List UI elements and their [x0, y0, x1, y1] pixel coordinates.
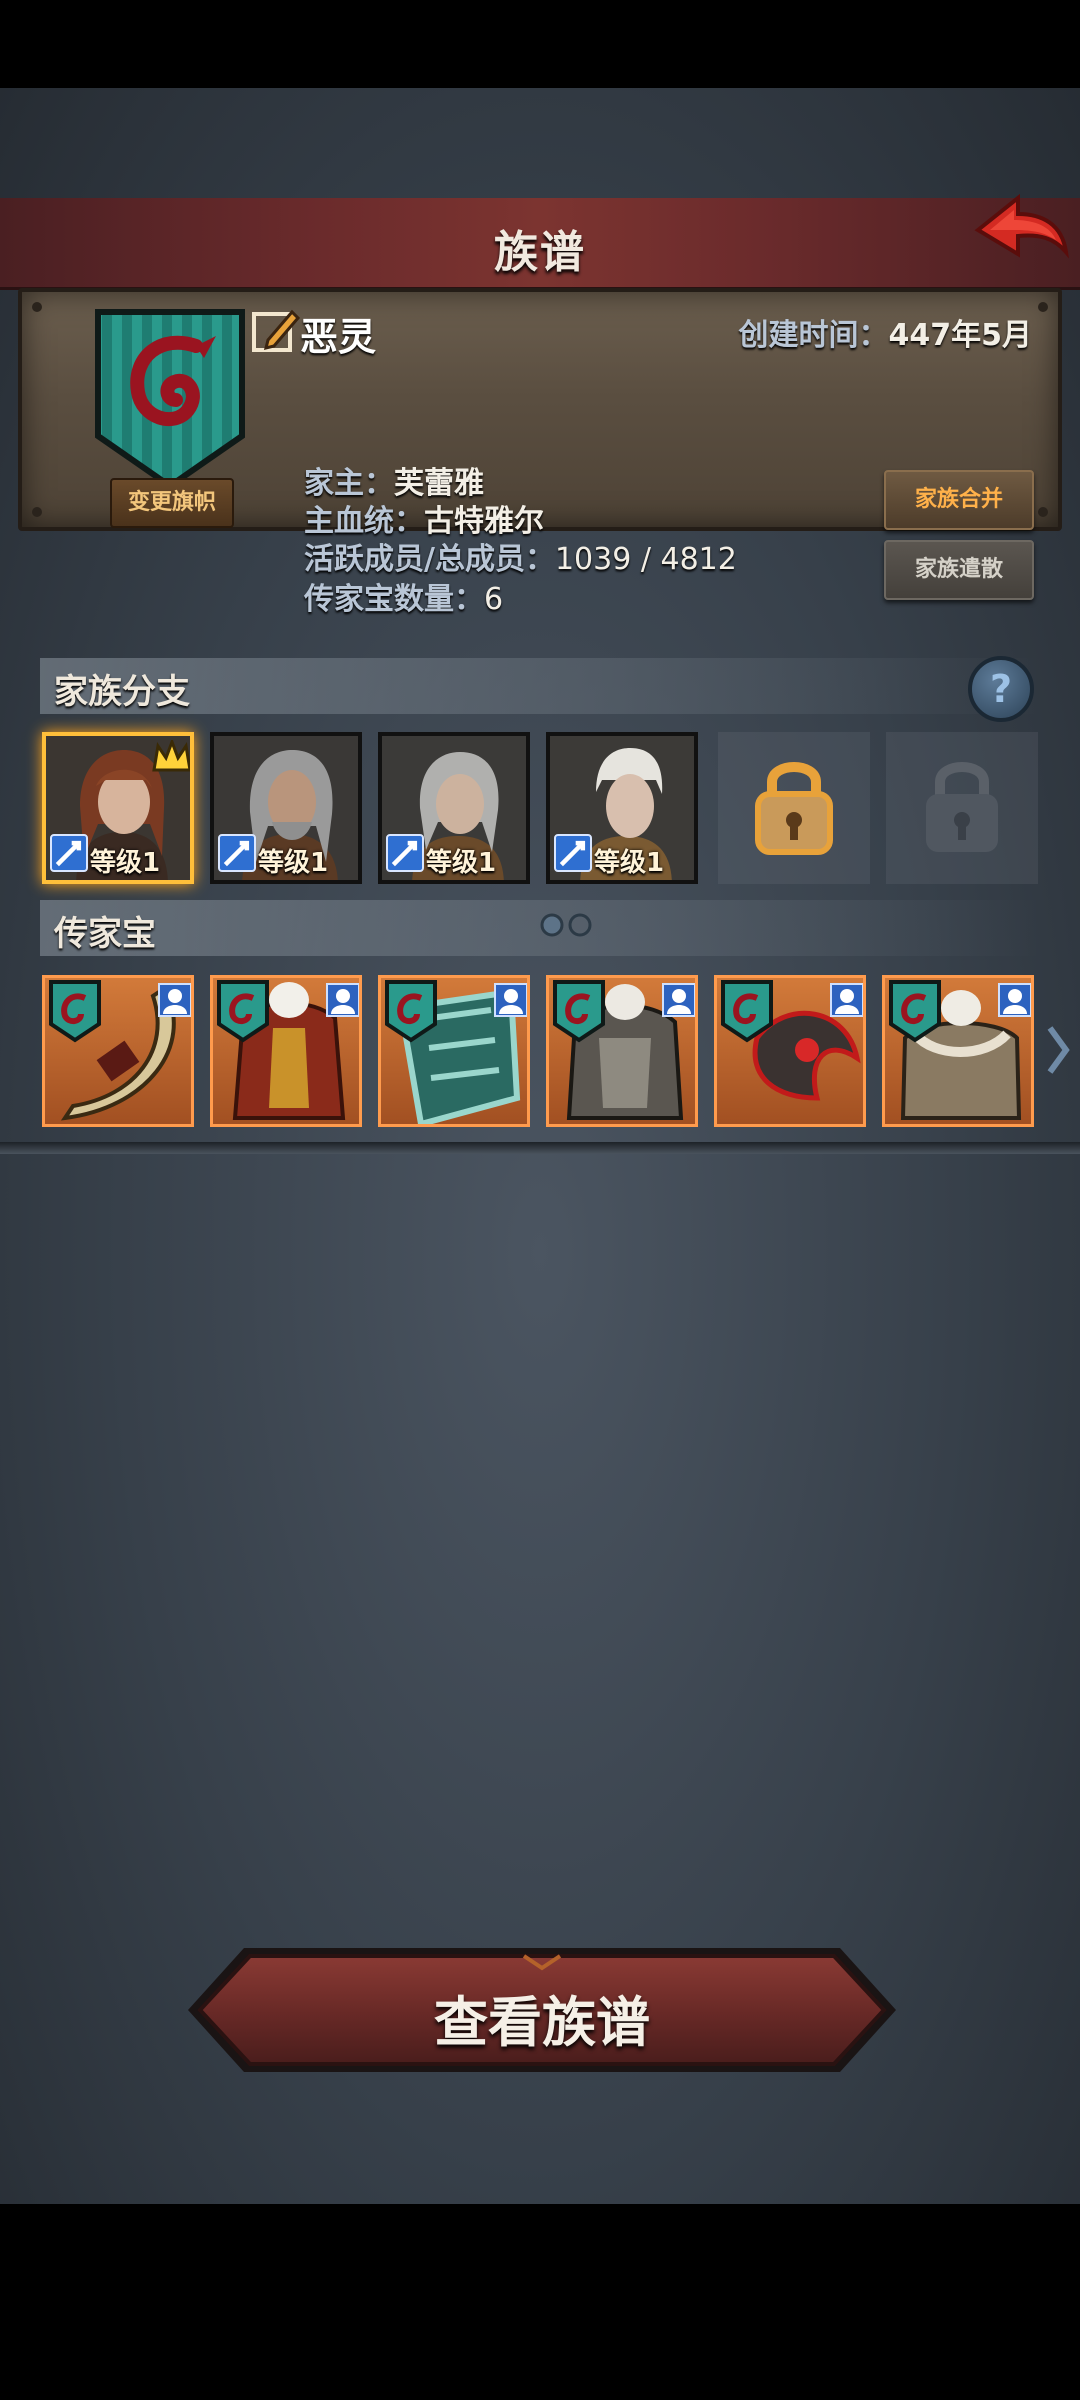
heirloom-count-value: 6	[484, 582, 504, 617]
family-name: 恶灵	[300, 315, 377, 359]
branch-member-2[interactable]: 等级1	[210, 732, 362, 884]
creation-time-label: 创建时间：	[738, 318, 889, 353]
branches-header	[40, 658, 1040, 714]
member-level: 等级1	[594, 848, 665, 878]
pagination-dots	[540, 913, 592, 937]
locked-branch-slot-1[interactable]	[718, 732, 870, 884]
heirloom-item-2[interactable]	[210, 975, 362, 1127]
creation-time: 创建时间：447年5月	[739, 310, 1033, 354]
creation-time-value: 447年5月	[888, 318, 1033, 353]
heirloom-item-6[interactable]	[882, 975, 1034, 1127]
member-level: 等级1	[90, 848, 161, 878]
branch-member-1[interactable]: 等级1	[42, 732, 194, 884]
family-banner-crest	[95, 309, 245, 490]
merge-family-button[interactable]: 家族合并	[884, 470, 1034, 530]
heirloom-item-3[interactable]	[378, 975, 530, 1127]
view-family-tree-label: 查看族谱	[434, 1991, 650, 2054]
member-level: 等级1	[426, 848, 497, 878]
branches-title: 家族分支	[54, 672, 190, 712]
sword-icon	[218, 834, 256, 872]
heirloom-item-4[interactable]	[546, 975, 698, 1127]
view-family-tree-button[interactable]: 查看族谱	[184, 1942, 900, 2078]
bow-icon	[49, 980, 191, 1121]
shield-icon	[385, 980, 527, 1124]
branch-member-3[interactable]: 等级1	[378, 732, 530, 884]
branch-member-4[interactable]: 等级1	[546, 732, 698, 884]
help-button[interactable]: ?	[968, 656, 1034, 722]
heirloom-count-row: 传家宝数量：6	[304, 574, 503, 618]
heirloom-count-label: 传家宝数量：	[304, 582, 484, 617]
sword-icon	[50, 834, 88, 872]
sword-icon	[554, 834, 592, 872]
section-divider	[0, 1142, 1080, 1154]
armor-icon	[553, 980, 695, 1120]
member-level: 等级1	[258, 848, 329, 878]
lock-icon	[755, 762, 833, 855]
lock-icon	[926, 762, 998, 852]
locked-branch-slot-2[interactable]	[886, 732, 1038, 884]
sword-icon	[386, 834, 424, 872]
edit-name-icon[interactable]	[250, 306, 300, 356]
heirlooms-title: 传家宝	[54, 914, 156, 954]
page-title: 族谱	[494, 227, 586, 278]
armor-icon	[217, 980, 359, 1120]
navigation-bar	[0, 2204, 1080, 2400]
members-value: 1039 / 4812	[554, 542, 737, 577]
chevron-right-icon[interactable]	[1046, 1022, 1070, 1078]
status-bar	[0, 0, 1080, 88]
change-banner-button[interactable]: 变更旗帜	[110, 478, 234, 528]
leader-crown-icon	[152, 740, 190, 772]
axe-icon	[721, 980, 863, 1101]
members-label: 活跃成员/总成员：	[304, 542, 555, 577]
armor-icon	[889, 980, 1031, 1120]
back-arrow-icon[interactable]	[970, 190, 1070, 272]
dissolve-family-button[interactable]: 家族遣散	[884, 540, 1034, 600]
members-row: 活跃成员/总成员：1039 / 4812	[304, 534, 737, 578]
title-bar: 族谱	[0, 198, 1080, 290]
heirloom-item-5[interactable]	[714, 975, 866, 1127]
heirloom-item-1[interactable]	[42, 975, 194, 1127]
